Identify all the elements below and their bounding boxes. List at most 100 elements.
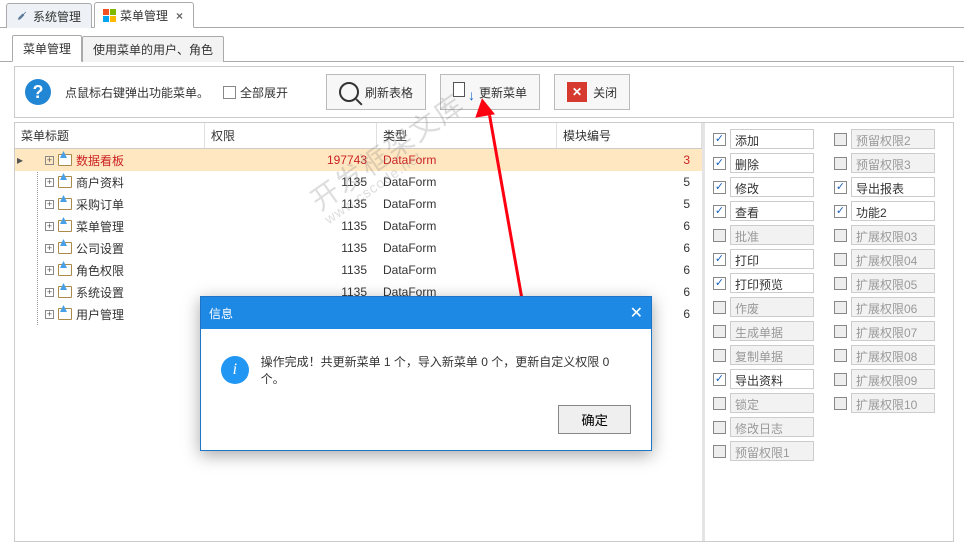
perm-label: 添加	[730, 129, 814, 149]
checkbox-icon[interactable]	[713, 157, 726, 170]
checkbox-icon[interactable]	[713, 373, 726, 386]
sub-tab-bar: 菜单管理 使用菜单的用户、角色	[0, 36, 964, 62]
perm-item: 扩展权限04	[834, 249, 945, 269]
perm-item[interactable]: 打印预览	[713, 273, 824, 293]
form-icon	[58, 264, 72, 276]
expand-icon[interactable]: +	[45, 200, 54, 209]
perm-label: 导出报表	[851, 177, 935, 197]
sub-tab-menu-mgmt[interactable]: 菜单管理	[12, 35, 82, 62]
table-row[interactable]: +角色权限1135DataForm6	[15, 259, 702, 281]
table-row[interactable]: +菜单管理1135DataForm6	[15, 215, 702, 237]
checkbox-icon[interactable]	[713, 277, 726, 290]
row-perm: 1135	[205, 241, 377, 255]
col-title[interactable]: 菜单标题	[15, 123, 205, 148]
table-row[interactable]: ▸+数据看板197743DataForm3	[15, 149, 702, 171]
expand-icon[interactable]: +	[45, 156, 54, 165]
expand-icon[interactable]: +	[45, 266, 54, 275]
perm-item[interactable]: 导出报表	[834, 177, 945, 197]
checkbox-icon	[834, 157, 847, 170]
checkbox-icon[interactable]	[834, 181, 847, 194]
perm-item: 预留权限1	[713, 441, 824, 461]
checkbox-icon[interactable]	[713, 205, 726, 218]
table-row[interactable]: +公司设置1135DataForm6	[15, 237, 702, 259]
checkbox-icon	[834, 229, 847, 242]
dialog-title: 信息	[209, 305, 233, 322]
perm-label: 批准	[730, 225, 814, 245]
row-title: 角色权限	[76, 262, 124, 279]
close-button[interactable]: ✕ 关闭	[554, 74, 630, 110]
top-tab-system[interactable]: 系统管理	[6, 3, 92, 28]
checkbox-icon[interactable]	[713, 181, 726, 194]
perm-item: 修改日志	[713, 417, 824, 437]
expand-all-checkbox[interactable]: 全部展开	[223, 84, 288, 101]
perm-item: 批准	[713, 225, 824, 245]
form-icon	[58, 154, 72, 166]
expand-icon[interactable]: +	[45, 222, 54, 231]
perm-item: 预留权限2	[834, 129, 945, 149]
perm-item[interactable]: 删除	[713, 153, 824, 173]
perm-item: 扩展权限05	[834, 273, 945, 293]
row-title: 数据看板	[76, 152, 124, 169]
dialog-close-icon[interactable]: ✕	[630, 303, 643, 323]
expand-icon[interactable]: +	[45, 244, 54, 253]
checkbox-icon	[713, 301, 726, 314]
perm-item[interactable]: 导出资料	[713, 369, 824, 389]
refresh-button[interactable]: 刷新表格	[326, 74, 426, 110]
close-icon[interactable]: ×	[176, 9, 183, 23]
perm-item[interactable]: 添加	[713, 129, 824, 149]
top-tab-menu-label: 菜单管理	[120, 7, 168, 24]
wrench-icon	[15, 10, 29, 24]
perm-item[interactable]: 功能2	[834, 201, 945, 221]
update-icon: ↓	[453, 82, 473, 102]
checkbox-icon	[834, 349, 847, 362]
sub-tab-users-roles[interactable]: 使用菜单的用户、角色	[82, 36, 224, 62]
dialog-titlebar[interactable]: 信息 ✕	[201, 297, 651, 329]
perm-item[interactable]: 打印	[713, 249, 824, 269]
perm-item: 生成单据	[713, 321, 824, 341]
form-icon	[58, 220, 72, 232]
dialog-ok-button[interactable]: 确定	[558, 405, 631, 434]
form-icon	[58, 242, 72, 254]
perm-label: 锁定	[730, 393, 814, 413]
row-title: 用户管理	[76, 306, 124, 323]
row-type: DataForm	[377, 175, 557, 189]
row-indicator-icon: ▸	[17, 153, 23, 167]
perm-label: 生成单据	[730, 321, 814, 341]
checkbox-icon	[834, 373, 847, 386]
checkbox-icon[interactable]	[713, 253, 726, 266]
perm-item[interactable]: 查看	[713, 201, 824, 221]
row-type: DataForm	[377, 197, 557, 211]
top-tab-menu[interactable]: 菜单管理 ×	[94, 2, 194, 28]
top-tab-system-label: 系统管理	[33, 8, 81, 25]
row-module: 6	[557, 241, 702, 255]
windows-icon	[103, 9, 116, 22]
checkbox-icon[interactable]	[834, 205, 847, 218]
col-type[interactable]: 类型	[377, 123, 557, 148]
expand-icon[interactable]: +	[45, 178, 54, 187]
expand-icon[interactable]: +	[45, 288, 54, 297]
perm-label: 复制单据	[730, 345, 814, 365]
perm-label: 修改日志	[730, 417, 814, 437]
permissions-panel: 添加预留权限2删除预留权限3修改导出报表查看功能2批准扩展权限03打印扩展权限0…	[705, 123, 953, 541]
col-module[interactable]: 模块编号	[557, 123, 702, 148]
col-perm[interactable]: 权限	[205, 123, 377, 148]
checkbox-icon	[834, 253, 847, 266]
perm-label: 打印	[730, 249, 814, 269]
message-dialog: 信息 ✕ i 操作完成！共更新菜单 1 个，导入新菜单 0 个，更新自定义权限 …	[200, 296, 652, 451]
perm-label: 扩展权限04	[851, 249, 935, 269]
perm-label: 扩展权限03	[851, 225, 935, 245]
row-module: 3	[557, 153, 702, 167]
checkbox-icon[interactable]	[713, 133, 726, 146]
perm-item: 扩展权限03	[834, 225, 945, 245]
perm-item: 扩展权限09	[834, 369, 945, 389]
table-row[interactable]: +商户资料1135DataForm5	[15, 171, 702, 193]
table-row[interactable]: +采购订单1135DataForm5	[15, 193, 702, 215]
expand-icon[interactable]: +	[45, 310, 54, 319]
form-icon	[58, 176, 72, 188]
row-title: 采购订单	[76, 196, 124, 213]
checkbox-icon	[713, 349, 726, 362]
perm-label: 打印预览	[730, 273, 814, 293]
row-title: 菜单管理	[76, 218, 124, 235]
perm-item[interactable]: 修改	[713, 177, 824, 197]
perm-label: 扩展权限08	[851, 345, 935, 365]
